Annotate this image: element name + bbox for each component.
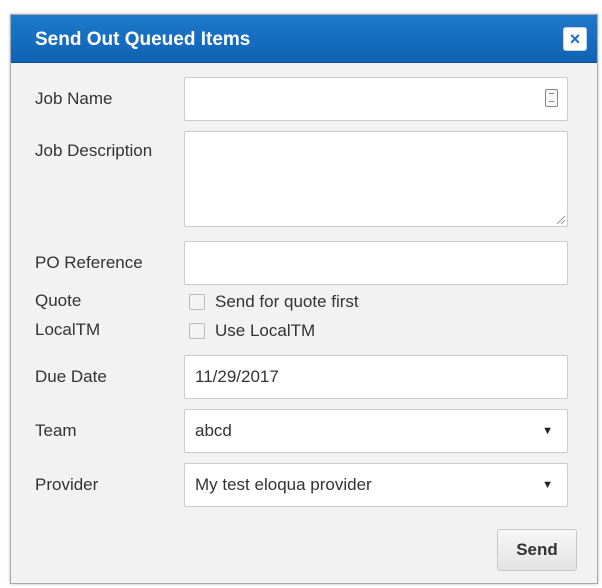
provider-selected-value: My test eloqua provider	[195, 475, 372, 494]
quote-checkbox[interactable]	[189, 294, 205, 310]
send-button[interactable]: Send	[497, 529, 577, 571]
job-description-label: Job Description	[35, 141, 153, 160]
provider-dropdown-arrow-icon: ▼	[542, 479, 553, 491]
send-queued-items-dialog: Send Out Queued Items × Job Name Job Des…	[10, 14, 598, 584]
po-reference-label: PO Reference	[35, 253, 143, 272]
localtm-checkbox[interactable]	[189, 323, 205, 339]
team-label: Team	[35, 421, 77, 440]
localtm-checkbox-row[interactable]: Use LocalTM	[189, 321, 315, 341]
team-select[interactable]: abcd ▼	[184, 409, 568, 453]
localtm-label: LocalTM	[35, 320, 101, 339]
job-name-label: Job Name	[35, 89, 113, 108]
provider-select[interactable]: My test eloqua provider ▼	[184, 463, 568, 507]
due-date-label: Due Date	[35, 367, 107, 386]
close-button[interactable]: ×	[563, 27, 587, 51]
due-date-input[interactable]	[184, 355, 568, 399]
localtm-option-label[interactable]: Use LocalTM	[215, 321, 315, 341]
quote-label: Quote	[35, 291, 82, 310]
close-icon: ×	[569, 29, 581, 49]
keyboard-icon[interactable]	[545, 89, 558, 107]
job-description-wrapper	[184, 131, 568, 227]
job-description-textarea[interactable]	[184, 131, 568, 227]
po-reference-input[interactable]	[184, 241, 568, 285]
dialog-titlebar: Send Out Queued Items ×	[11, 15, 597, 63]
job-name-input[interactable]	[184, 77, 568, 121]
quote-option-label[interactable]: Send for quote first	[215, 292, 359, 312]
job-name-wrapper	[184, 77, 568, 121]
team-dropdown-arrow-icon: ▼	[542, 425, 553, 437]
quote-checkbox-row[interactable]: Send for quote first	[189, 292, 359, 312]
dialog-title: Send Out Queued Items	[35, 29, 251, 50]
team-selected-value: abcd	[195, 421, 232, 440]
provider-label: Provider	[35, 475, 99, 494]
